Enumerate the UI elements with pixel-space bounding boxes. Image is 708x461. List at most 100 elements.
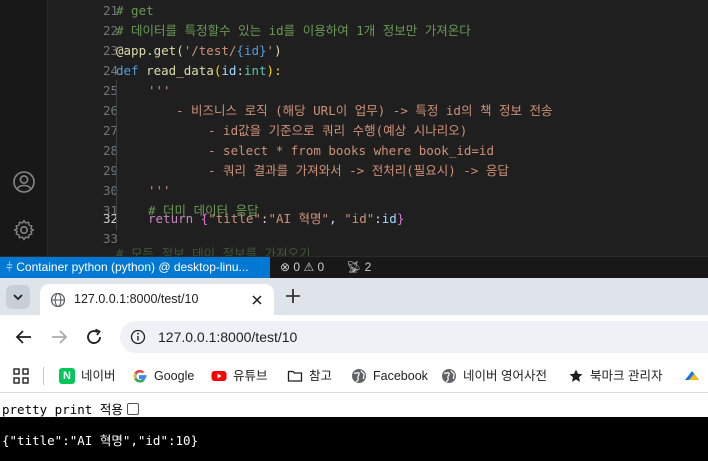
- pretty-print-toggle[interactable]: pretty print 적용: [2, 399, 139, 418]
- reload-icon[interactable]: [82, 325, 106, 349]
- function-name: read_data: [146, 63, 214, 78]
- line-number: 30: [102, 183, 118, 198]
- code-line-23: @app.get('/test/{id}'): [116, 41, 282, 61]
- bookmark-label: 북마크 관리자: [590, 369, 663, 383]
- globe-icon: [352, 369, 366, 383]
- line-number: 29: [102, 163, 118, 178]
- bookmark-folder[interactable]: 참고: [287, 365, 337, 387]
- string: '/test/: [183, 43, 237, 58]
- chevron-down-icon: [13, 294, 23, 301]
- apps-grid-icon[interactable]: [12, 367, 30, 385]
- globe-icon: [442, 369, 456, 383]
- code-line-24: def read_data(id:int):: [116, 61, 282, 81]
- string: "id": [344, 211, 375, 226]
- comma: ,: [329, 211, 345, 226]
- code-line-partial: # 모든 정보 데이 정보를 가져오기: [116, 244, 311, 256]
- string: "title": [208, 211, 261, 226]
- forward-arrow-icon[interactable]: [47, 325, 71, 349]
- string: "AI 혁명": [268, 211, 330, 226]
- tab-search-button[interactable]: [6, 285, 30, 309]
- ports-count: 2: [364, 260, 372, 274]
- close-icon[interactable]: [248, 291, 266, 309]
- account-icon[interactable]: [12, 170, 36, 194]
- remote-icon: ⫩: [6, 260, 13, 274]
- line-number-active: 32: [102, 211, 118, 226]
- pretty-print-checkbox[interactable]: [126, 402, 139, 415]
- line-number: 33: [102, 231, 118, 246]
- bookmarks-divider: [43, 367, 44, 385]
- code-line-30: ''': [148, 181, 171, 201]
- bookmark-label: Facebook: [373, 369, 428, 383]
- tab-title: 127.0.0.1:8000/test/10: [74, 292, 199, 306]
- code-line-25: ''': [148, 81, 171, 101]
- broadcast-icon: 📡︎: [346, 260, 362, 274]
- status-bar: ⫩ Container python (python) @ desktop-li…: [0, 256, 708, 278]
- vscode-window: 21 22 23 24 25 26 27 28 29 30 31 32 33 #…: [0, 0, 708, 256]
- new-tab-plus-icon[interactable]: [283, 286, 303, 306]
- bookmark-manager[interactable]: 북마크 관리자: [568, 365, 673, 387]
- overflow-bookmark-icon[interactable]: [684, 368, 700, 384]
- docstring: - 비즈니스 로직 (해당 URL이 업무) -> 특정 id의 책 정보 전송: [176, 103, 553, 118]
- warning-icon: ⚠: [303, 260, 315, 274]
- bookmark-label: 네이버: [81, 369, 116, 383]
- line-number: 23: [102, 43, 118, 58]
- warning-count: 0: [317, 260, 325, 274]
- code-line-29: - 쿼리 결과를 가져와서 -> 전처리(필요시) -> 응답: [208, 161, 509, 181]
- json-response: {"title":"AI 혁명","id":10}: [0, 417, 708, 461]
- globe-icon: [50, 292, 66, 308]
- code-line-22: # 데이터를 특정할수 있는 id를 이용하여 1개 정보만 가져온다: [116, 21, 471, 41]
- code-editor[interactable]: # get # 데이터를 특정할수 있는 id를 이용하여 1개 정보만 가져온…: [116, 0, 708, 256]
- back-arrow-icon[interactable]: [12, 325, 36, 349]
- docstring: - 쿼리 결과를 가져와서 -> 전처리(필요시) -> 응답: [208, 163, 509, 178]
- bookmark-label: Google: [154, 369, 195, 383]
- code-line-21: # get: [116, 1, 154, 21]
- gear-icon[interactable]: [12, 218, 36, 242]
- activity-bar: [0, 0, 48, 256]
- site-info-icon[interactable]: [130, 329, 146, 345]
- docstring: - select * from books where book_id=id: [208, 143, 494, 158]
- json-response-text: {"title":"AI 혁명","id":10}: [2, 433, 199, 448]
- star-icon: [569, 369, 583, 382]
- google-icon: [133, 369, 147, 383]
- bookmark-youtube[interactable]: 유튜브: [211, 365, 271, 387]
- tab-strip: 127.0.0.1:8000/test/10: [0, 278, 708, 315]
- brace: }: [396, 211, 405, 226]
- bookmark-label: 유튜브: [233, 369, 268, 383]
- bookmark-naver-dictionary[interactable]: 네이버 영어사전: [441, 365, 556, 387]
- page-content: pretty print 적용 {"title":"AI 혁명","id":10…: [0, 393, 708, 461]
- docstring: ''': [148, 183, 171, 198]
- remote-label: Container python (python) @ desktop-linu…: [16, 260, 249, 274]
- problems-indicator[interactable]: ⊗ 0 ⚠ 0: [280, 257, 324, 278]
- colon: :: [374, 211, 382, 226]
- code-line-28: - select * from books where book_id=id: [208, 141, 494, 161]
- ports-indicator[interactable]: 📡︎ 2: [346, 257, 371, 278]
- bookmark-naver[interactable]: N 네이버: [59, 365, 121, 387]
- bookmark-google[interactable]: Google: [132, 365, 202, 387]
- remote-indicator[interactable]: ⫩ Container python (python) @ desktop-li…: [0, 257, 270, 278]
- docstring: - id값을 기준으로 쿼리 수행(예상 시나리오): [208, 123, 468, 138]
- decorator: @app.get(: [116, 43, 184, 58]
- error-count: 0: [293, 260, 301, 274]
- address-bar[interactable]: 127.0.0.1:8000/test/10: [120, 321, 708, 353]
- line-number: 22: [102, 23, 118, 38]
- bookmarks-bar: N 네이버 Google 유튜브 참고 Facebook 네이버 영어사전 북마…: [0, 359, 708, 393]
- browser-toolbar: 127.0.0.1:8000/test/10: [0, 315, 708, 359]
- error-icon: ⊗: [280, 260, 291, 274]
- line-number: 25: [102, 83, 118, 98]
- paren: ): [274, 43, 282, 58]
- variable: id: [381, 211, 397, 226]
- code-line-32: return {"title":"AI 혁명", "id":id}: [148, 209, 404, 229]
- line-number: 27: [102, 123, 118, 138]
- bookmark-facebook[interactable]: Facebook: [351, 365, 431, 387]
- pretty-print-label: pretty print 적용: [2, 402, 123, 417]
- code-line-27: - id값을 기준으로 쿼리 수행(예상 시나리오): [208, 121, 467, 141]
- active-tab[interactable]: 127.0.0.1:8000/test/10: [40, 284, 274, 315]
- type: int: [243, 63, 267, 78]
- comment: # 모든 정보 데이 정보를 가져오기: [116, 246, 311, 256]
- line-number: 24: [102, 63, 118, 78]
- comment: # 데이터를 특정할수 있는 id를 이용하여 1개 정보만 가져온다: [116, 23, 471, 38]
- comment: # get: [116, 3, 154, 18]
- docstring: ''': [148, 83, 171, 98]
- keyword: return: [148, 211, 194, 226]
- folder-icon: [287, 370, 303, 382]
